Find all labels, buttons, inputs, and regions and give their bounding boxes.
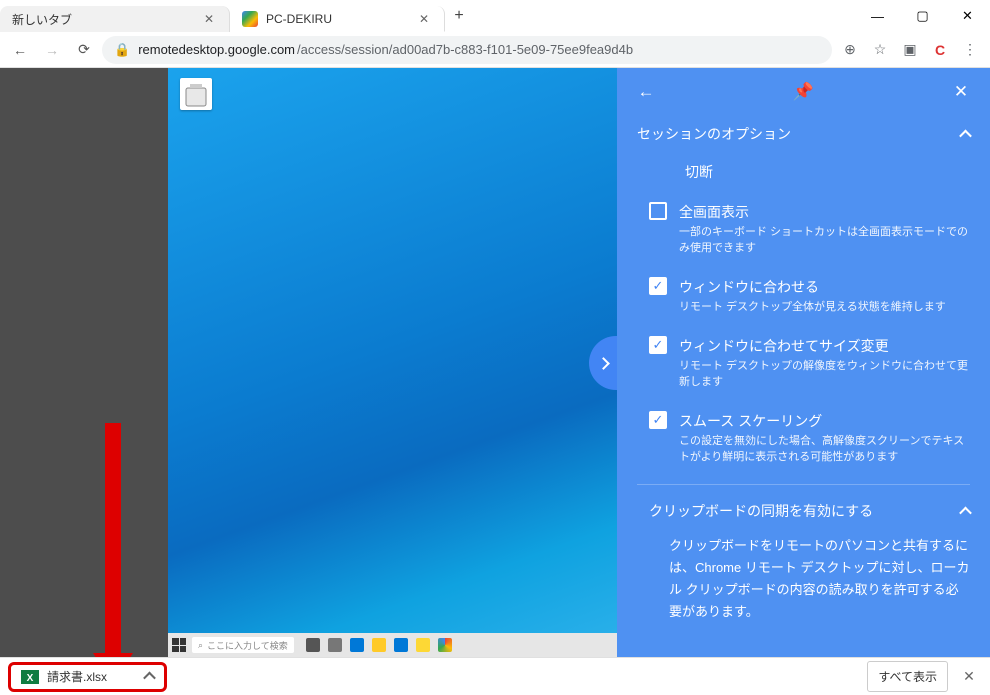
lock-icon: 🔒 <box>114 42 130 58</box>
option-resize-window[interactable]: ✓ ウィンドウに合わせてサイズ変更 リモート デスクトップの解像度をウィンドウに… <box>637 326 970 401</box>
chevron-up-icon[interactable] <box>145 670 154 684</box>
start-button[interactable] <box>172 638 186 652</box>
clipboard-section-header[interactable]: クリップボードの同期を有効にする <box>637 493 970 529</box>
annotation-arrow <box>105 423 133 657</box>
download-bar: X 請求書.xlsx すべて表示 ✕ <box>0 657 990 695</box>
maximize-button[interactable]: ▢ <box>900 0 945 32</box>
option-desc: リモート デスクトップ全体が見える状態を維持します <box>679 300 946 316</box>
taskbar-search[interactable]: ⌕ ここに入力して検索 <box>192 637 294 653</box>
favicon-icon <box>242 11 258 27</box>
url-field[interactable]: 🔒 remotedesktop.google.com /access/sessi… <box>102 36 832 64</box>
close-download-bar-button[interactable]: ✕ <box>956 668 982 685</box>
store-icon[interactable] <box>394 638 408 652</box>
download-filename: 請求書.xlsx <box>47 668 107 685</box>
option-title: ウィンドウに合わせてサイズ変更 <box>679 336 970 356</box>
close-window-button[interactable]: ✕ <box>945 0 990 32</box>
profile-icon[interactable]: C <box>926 36 954 64</box>
clipboard-title: クリップボードの同期を有効にする <box>649 501 873 521</box>
option-smooth-scaling[interactable]: ✓ スムース スケーリング この設定を無効にした場合、高解像度スクリーンでテキス… <box>637 401 970 476</box>
explorer-icon[interactable] <box>372 638 386 652</box>
task-view-icon[interactable] <box>306 638 320 652</box>
disconnect-button[interactable]: 切断 <box>637 152 970 192</box>
edge-icon[interactable] <box>350 638 364 652</box>
chevron-up-icon <box>961 126 970 142</box>
tab-strip: 新しいタブ ✕ PC-DEKIRU ✕ + <box>0 0 855 32</box>
pin-icon[interactable]: 📌 <box>793 82 815 102</box>
clipboard-body: クリップボードをリモートのパソコンと共有するには、Chrome リモート デスク… <box>637 529 970 623</box>
option-desc: リモート デスクトップの解像度をウィンドウに合わせて更新します <box>679 359 970 391</box>
recycle-bin-icon[interactable] <box>180 78 212 110</box>
excel-file-icon: X <box>21 668 39 686</box>
chevron-right-icon <box>599 353 608 373</box>
chevron-up-icon <box>961 503 970 519</box>
window-controls: — ▢ ✕ <box>855 0 990 32</box>
taskbar-icons <box>306 638 452 652</box>
divider <box>637 484 970 485</box>
option-fullscreen[interactable]: 全画面表示 一部のキーボード ショートカットは全画面表示モードでのみ使用できます <box>637 192 970 267</box>
option-title: スムース スケーリング <box>679 411 970 431</box>
section-title: セッションのオプション <box>637 124 791 144</box>
close-panel-button[interactable]: ✕ <box>950 82 972 102</box>
option-desc: この設定を無効にした場合、高解像度スクリーンでテキストがより鮮明に表示される可能… <box>679 434 970 466</box>
tab-active[interactable]: PC-DEKIRU ✕ <box>230 6 445 32</box>
install-app-icon[interactable]: ⊕ <box>836 36 864 64</box>
extension-icon[interactable]: ▣ <box>896 36 924 64</box>
minimize-button[interactable]: — <box>855 0 900 32</box>
session-options-panel: ← 📌 ✕ セッションのオプション 切断 全画面表示 一部のキーボード ショート… <box>617 68 990 657</box>
new-tab-button[interactable]: + <box>445 0 473 32</box>
reload-button[interactable]: ⟳ <box>70 36 98 64</box>
checkbox-checked-icon[interactable]: ✓ <box>649 411 667 429</box>
mail-icon[interactable] <box>416 638 430 652</box>
url-path: /access/session/ad00ad7b-c883-f101-5e09-… <box>297 42 633 57</box>
svg-text:X: X <box>27 673 34 684</box>
chrome-icon[interactable] <box>438 638 452 652</box>
address-bar: ← → ⟳ 🔒 remotedesktop.google.com /access… <box>0 32 990 68</box>
option-desc: 一部のキーボード ショートカットは全画面表示モードでのみ使用できます <box>679 225 970 257</box>
tab-label: 新しいタブ <box>12 11 72 28</box>
checkbox-checked-icon[interactable]: ✓ <box>649 336 667 354</box>
panel-back-button[interactable]: ← <box>635 82 657 102</box>
tab-new[interactable]: 新しいタブ ✕ <box>0 6 230 32</box>
checkbox-icon[interactable] <box>649 202 667 220</box>
forward-button[interactable]: → <box>38 36 66 64</box>
browser-titlebar: 新しいタブ ✕ PC-DEKIRU ✕ + — ▢ ✕ <box>0 0 990 32</box>
back-button[interactable]: ← <box>6 36 34 64</box>
show-all-downloads-button[interactable]: すべて表示 <box>867 661 948 692</box>
option-fit-window[interactable]: ✓ ウィンドウに合わせる リモート デスクトップ全体が見える状態を維持します <box>637 267 970 326</box>
search-placeholder: ここに入力して検索 <box>207 639 288 652</box>
url-domain: remotedesktop.google.com <box>138 42 295 57</box>
option-title: 全画面表示 <box>679 202 970 222</box>
close-icon[interactable]: ✕ <box>201 12 217 26</box>
panel-top-bar: ← 📌 ✕ <box>617 68 990 112</box>
tab-label: PC-DEKIRU <box>266 12 332 26</box>
close-icon[interactable]: ✕ <box>416 12 432 26</box>
download-item[interactable]: X 請求書.xlsx <box>8 662 167 692</box>
bookmark-icon[interactable]: ☆ <box>866 36 894 64</box>
remote-desktop-content: ⌕ ここに入力して検索 ← 📌 ✕ <box>0 68 990 657</box>
checkbox-checked-icon[interactable]: ✓ <box>649 277 667 295</box>
cortana-icon[interactable] <box>328 638 342 652</box>
panel-section-header[interactable]: セッションのオプション <box>637 116 970 152</box>
option-title: ウィンドウに合わせる <box>679 277 946 297</box>
search-icon: ⌕ <box>198 640 203 651</box>
menu-icon[interactable]: ⋮ <box>956 36 984 64</box>
